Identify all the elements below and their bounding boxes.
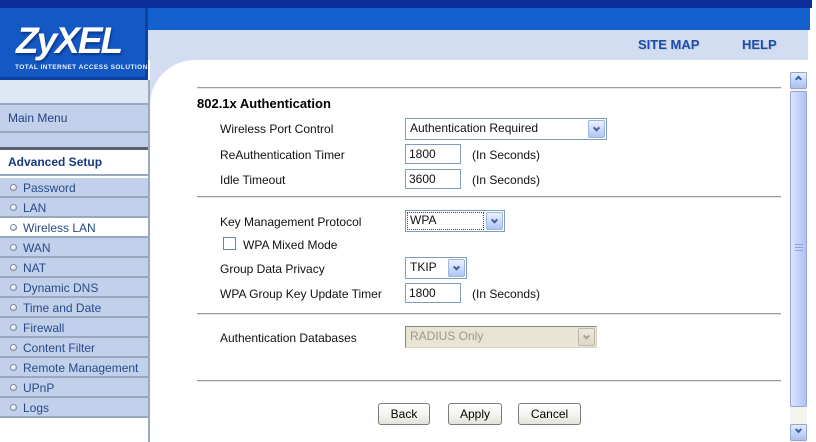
sidebar-item-label: UPnP [23,381,55,395]
wpa-mixed-mode-checkbox[interactable] [223,237,236,250]
reauth-timer-input[interactable] [405,144,461,164]
help-link[interactable]: HELP [742,37,777,52]
sidebar-item-label: Logs [23,401,50,415]
authentication-databases-value: RADIUS Only [410,329,484,343]
sidebar-item-label: NAT [23,261,47,275]
sidebar-item-wireless-lan[interactable]: Wireless LAN [0,218,148,238]
idle-timeout-suffix: (In Seconds) [472,173,541,187]
chevron-down-icon [578,328,595,346]
sidebar-section-advanced-setup: Advanced Setup [0,150,148,176]
sidebar-item-firewall[interactable]: Firewall [0,318,148,338]
sidebar-item-label: LAN [23,201,47,215]
site-map-link[interactable]: SITE MAP [638,37,699,52]
radio-bullet-icon [10,304,17,311]
cancel-button[interactable]: Cancel [518,403,581,425]
divider [197,380,781,382]
sidebar-item-wan[interactable]: WAN [0,238,148,258]
sidebar-item-password[interactable]: Password [0,178,148,198]
scrollbar-thumb[interactable] [790,91,807,407]
sidebar-item-label: WAN [23,241,51,255]
sidebar-item-label: Wireless LAN [23,221,96,235]
vertical-scrollbar[interactable] [790,72,807,442]
sidebar-spacer-bar [0,133,148,147]
chevron-down-icon[interactable] [588,120,605,138]
top-navy-strip [0,0,812,8]
radio-bullet-icon [10,324,17,331]
wireless-port-control-select[interactable]: Authentication Required [405,118,607,140]
radio-bullet-icon [10,204,17,211]
logo-tagline: TOTAL INTERNET ACCESS SOLUTION [15,64,148,71]
group-data-privacy-label: Group Data Privacy [220,262,325,276]
sidebar-nav: Main Menu Advanced Setup Password LAN Wi… [0,80,150,442]
header-band: SITE MAP HELP [148,30,808,60]
reauth-timer-label: ReAuthentication Timer [220,148,345,162]
group-data-privacy-value: TKIP [410,260,437,274]
sidebar-item-label: Content Filter [23,341,96,355]
sidebar-item-label: Dynamic DNS [23,281,99,295]
chevron-down-icon[interactable] [448,259,465,277]
key-management-protocol-label: Key Management Protocol [220,215,362,229]
key-management-protocol-select[interactable]: WPA [405,210,505,232]
sidebar-item-label: Remote Management [23,361,139,375]
sidebar-item-logs[interactable]: Logs [0,398,148,418]
divider [197,87,781,89]
header-blue-bar [148,8,810,30]
sidebar-top-spacer [0,80,148,103]
radio-bullet-icon [10,244,17,251]
radio-bullet-icon [10,364,17,371]
scroll-up-icon[interactable] [790,72,807,89]
logo-brand-text: ZyXEL [16,20,123,61]
radio-bullet-icon [10,264,17,271]
group-data-privacy-select[interactable]: TKIP [405,257,467,279]
radio-bullet-icon [10,384,17,391]
scrollbar-grip [795,244,803,252]
idle-timeout-input[interactable] [405,169,461,189]
sidebar-item-nat[interactable]: NAT [0,258,148,278]
sidebar-item-label: Password [23,181,76,195]
page-title: 802.1x Authentication [197,96,331,111]
idle-timeout-label: Idle Timeout [220,173,286,187]
radio-bullet-icon [10,344,17,351]
key-management-protocol-value: WPA [406,211,485,231]
sidebar-item-remote-management[interactable]: Remote Management [0,358,148,378]
content-panel: 802.1x Authentication Wireless Port Cont… [150,60,790,442]
divider [197,313,781,315]
sidebar-item-upnp[interactable]: UPnP [0,378,148,398]
wpa-group-key-timer-label: WPA Group Key Update Timer [220,287,382,301]
authentication-databases-select: RADIUS Only [405,326,597,348]
wpa-group-key-timer-input[interactable] [405,283,461,303]
wpa-mixed-mode-label: WPA Mixed Mode [243,238,338,252]
radio-bullet-icon [10,184,17,191]
scroll-down-icon[interactable] [790,424,807,441]
authentication-databases-label: Authentication Databases [220,331,357,345]
wpa-group-key-timer-suffix: (In Seconds) [472,287,541,301]
zyxel-router-config-page: ZyXEL TOTAL INTERNET ACCESS SOLUTION SIT… [0,0,816,442]
chevron-down-icon[interactable] [486,212,503,230]
sidebar-item-label: Time and Date [23,301,102,315]
sidebar-item-list: Password LAN Wireless LAN WAN NAT Dynami… [0,178,148,418]
wireless-port-control-value: Authentication Required [410,121,539,135]
sidebar-item-time-and-date[interactable]: Time and Date [0,298,148,318]
reauth-timer-suffix: (In Seconds) [472,148,541,162]
back-button[interactable]: Back [378,403,430,425]
sidebar-item-label: Firewall [23,321,65,335]
radio-bullet-icon [10,404,17,411]
wireless-port-control-label: Wireless Port Control [220,122,334,136]
sidebar-item-main-menu[interactable]: Main Menu [0,103,148,133]
radio-bullet-icon [10,224,17,231]
divider [197,196,781,198]
sidebar-item-content-filter[interactable]: Content Filter [0,338,148,358]
radio-bullet-icon [10,284,17,291]
apply-button[interactable]: Apply [448,403,502,425]
sidebar-item-dynamic-dns[interactable]: Dynamic DNS [0,278,148,298]
sidebar-item-lan[interactable]: LAN [0,198,148,218]
zyxel-logo: ZyXEL TOTAL INTERNET ACCESS SOLUTION [0,8,148,80]
